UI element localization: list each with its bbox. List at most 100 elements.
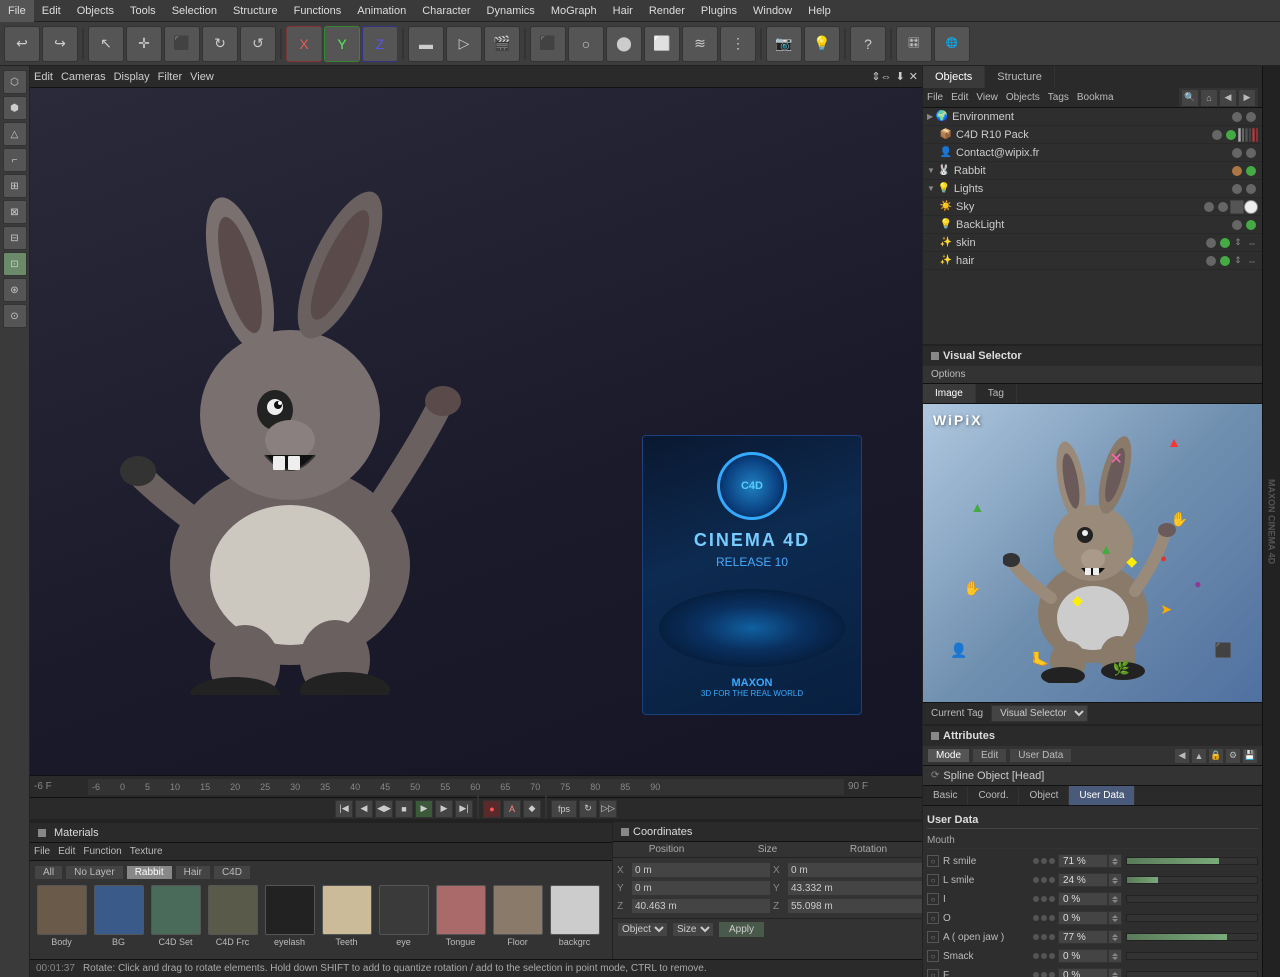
attr-spin-up-2[interactable] xyxy=(1112,896,1118,899)
material-item-body[interactable]: Body xyxy=(34,885,89,959)
mat-menu-texture[interactable]: Texture xyxy=(130,846,163,857)
attr-mode-userdata[interactable]: User Data xyxy=(1009,748,1072,763)
menu-hair[interactable]: Hair xyxy=(605,0,641,22)
menu-dynamics[interactable]: Dynamics xyxy=(479,0,543,22)
menu-objects[interactable]: Objects xyxy=(69,0,122,22)
attr-spin-down-2[interactable] xyxy=(1112,900,1118,903)
viewport-icon-move[interactable]: ⇕⇔ xyxy=(871,70,891,83)
menu-structure[interactable]: Structure xyxy=(225,0,286,22)
obj-action-hair1[interactable]: ⇕ xyxy=(1232,255,1244,267)
vs-marker-x[interactable]: ✕ xyxy=(1109,449,1122,469)
material-item-tongue[interactable]: Tongue xyxy=(433,885,488,959)
attr-valuebox-2[interactable]: 0 % xyxy=(1058,892,1108,906)
attr-valuebox-6[interactable]: 0 % xyxy=(1058,968,1108,977)
attr-icon-up[interactable]: ▲ xyxy=(1191,748,1207,764)
obj-dot-rabbit2[interactable] xyxy=(1246,166,1256,176)
vs-marker-hand-green[interactable]: ✋ xyxy=(964,580,981,597)
obj-dot-rabbit1[interactable] xyxy=(1232,166,1242,176)
light-button[interactable]: 💡 xyxy=(804,26,840,62)
obj-row-backlight[interactable]: 💡 BackLight xyxy=(923,216,1262,234)
plane-button[interactable]: ⬜ xyxy=(644,26,680,62)
vs-tab-tag[interactable]: Tag xyxy=(976,384,1017,403)
attr-mode-mode[interactable]: Mode xyxy=(927,748,970,763)
attr-spin-down-1[interactable] xyxy=(1112,881,1118,884)
redo-button[interactable]: ↪ xyxy=(42,26,78,62)
vs-tab-image[interactable]: Image xyxy=(923,384,976,403)
menu-mograph[interactable]: MoGraph xyxy=(543,0,605,22)
z-axis-button[interactable]: Z xyxy=(362,26,398,62)
attr-check-6[interactable]: ○ xyxy=(927,969,939,977)
materials-toggle[interactable] xyxy=(38,829,46,837)
obj-dot-skin2[interactable] xyxy=(1220,238,1230,248)
vs-image-area[interactable]: WiPiX xyxy=(923,404,1262,702)
obj-row-rabbit[interactable]: ▼ 🐰 Rabbit xyxy=(923,162,1262,180)
select-tool-button[interactable]: ↖ xyxy=(88,26,124,62)
attr-slider-5[interactable] xyxy=(1126,952,1258,960)
coords-apply-button[interactable]: Apply xyxy=(718,921,765,938)
material-item-bg[interactable]: BG xyxy=(91,885,146,959)
fps-button[interactable]: fps xyxy=(551,800,577,818)
viewport[interactable]: C4D CINEMA 4D RELEASE 10 MAXON 3D FOR TH… xyxy=(30,88,922,775)
attr-tab-basic[interactable]: Basic xyxy=(923,786,968,805)
obj-right-icon[interactable]: ▶ xyxy=(1238,89,1256,107)
menu-selection[interactable]: Selection xyxy=(164,0,225,22)
help-button[interactable]: ? xyxy=(850,26,886,62)
x-axis-button[interactable]: X xyxy=(286,26,322,62)
goto-start-button[interactable]: |◀ xyxy=(335,800,353,818)
attr-check-4[interactable]: ○ xyxy=(927,931,939,943)
vs-marker-silhouette[interactable]: 👤 xyxy=(950,642,967,659)
attr-slider-1[interactable] xyxy=(1126,876,1258,884)
obj-menu-edit[interactable]: Edit xyxy=(951,88,968,107)
obj-row-environment[interactable]: ▶ 🌍 Environment xyxy=(923,108,1262,126)
attr-spinner-2[interactable] xyxy=(1108,892,1122,906)
render-region-button[interactable]: ▬ xyxy=(408,26,444,62)
attr-spin-down-3[interactable] xyxy=(1112,919,1118,922)
obj-dot-skin1[interactable] xyxy=(1206,238,1216,248)
obj-tag6[interactable] xyxy=(1256,128,1259,142)
obj-tag3[interactable] xyxy=(1245,128,1248,142)
attr-spin-down-5[interactable] xyxy=(1112,957,1118,960)
record-button[interactable]: ● xyxy=(483,800,501,818)
material-item-backgrc[interactable]: backgrc xyxy=(547,885,602,959)
attr-valuebox-1[interactable]: 24 % xyxy=(1058,873,1108,887)
obj-action-skin1[interactable]: ⇕ xyxy=(1232,237,1244,249)
camera-button[interactable]: 📷 xyxy=(766,26,802,62)
attr-valuebox-5[interactable]: 0 % xyxy=(1058,949,1108,963)
sphere-button[interactable]: ○ xyxy=(568,26,604,62)
move-tool-button[interactable]: ✛ xyxy=(126,26,162,62)
vs-marker-diamond2[interactable]: ◆ xyxy=(1072,592,1083,609)
obj-menu-tags[interactable]: Tags xyxy=(1048,88,1069,107)
objects-tab-structure[interactable]: Structure xyxy=(985,66,1055,88)
objects-tab-objects[interactable]: Objects xyxy=(923,66,985,88)
obj-tag2[interactable] xyxy=(1242,128,1245,142)
vs-marker-foot-red[interactable]: 🦶 xyxy=(1031,651,1048,668)
obj-dot-contact1[interactable] xyxy=(1232,148,1242,158)
obj-dot-sky1[interactable] xyxy=(1204,202,1214,212)
obj-row-c4dpack[interactable]: 📦 C4D R10 Pack xyxy=(923,126,1262,144)
coords-toggle[interactable] xyxy=(621,828,629,836)
obj-row-skin[interactable]: ✨ skin ⇕ ⇔ xyxy=(923,234,1262,252)
mat-tab-rabbit[interactable]: Rabbit xyxy=(126,865,173,880)
attr-spinner-0[interactable] xyxy=(1108,854,1122,868)
lt-btn-3[interactable]: △ xyxy=(3,122,27,146)
attr-spin-up-0[interactable] xyxy=(1112,858,1118,861)
obj-tag4[interactable] xyxy=(1249,128,1252,142)
obj-menu-objects[interactable]: Objects xyxy=(1006,88,1040,107)
material-item-floor[interactable]: Floor xyxy=(490,885,545,959)
y-axis-button[interactable]: Y xyxy=(324,26,360,62)
attr-spinner-4[interactable] xyxy=(1108,930,1122,944)
auto-key-button[interactable]: A xyxy=(503,800,521,818)
attr-icon-lock[interactable]: 🔒 xyxy=(1208,748,1224,764)
lt-btn-6[interactable]: ⊠ xyxy=(3,200,27,224)
mat-menu-edit[interactable]: Edit xyxy=(58,846,75,857)
attr-spinner-5[interactable] xyxy=(1108,949,1122,963)
attr-slider-2[interactable] xyxy=(1126,895,1258,903)
menu-functions[interactable]: Functions xyxy=(286,0,350,22)
attr-check-0[interactable]: ○ xyxy=(927,855,939,867)
coord-size-x[interactable] xyxy=(787,862,927,878)
menu-render[interactable]: Render xyxy=(641,0,693,22)
menu-animation[interactable]: Animation xyxy=(349,0,414,22)
vs-marker-arrow-orange[interactable]: ➤ xyxy=(1160,601,1172,618)
coord-size-z[interactable] xyxy=(787,898,927,914)
obj-dot-env2[interactable] xyxy=(1246,112,1256,122)
